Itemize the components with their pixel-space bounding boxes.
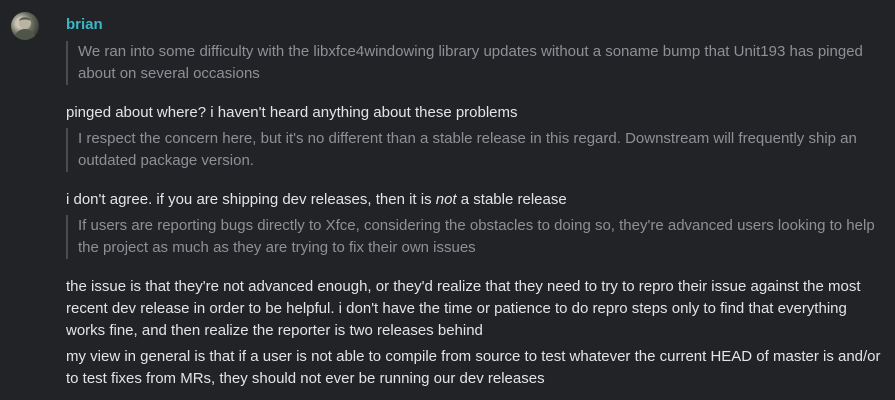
quote-block: We ran into some difficulty with the lib… bbox=[66, 41, 889, 85]
message-text: the issue is that they're not advanced e… bbox=[66, 278, 861, 339]
message-text: i don't agree. if you are shipping dev r… bbox=[66, 189, 889, 211]
emphasized-text: not bbox=[435, 191, 457, 208]
avatar[interactable] bbox=[11, 12, 39, 40]
quote-block: I respect the concern here, but it's no … bbox=[66, 128, 889, 172]
message-text-part: i don't agree. if you are shipping dev r… bbox=[66, 191, 436, 208]
chat-message-view: brian We ran into some difficulty with t… bbox=[0, 0, 895, 400]
quote-block: If users are reporting bugs directly to … bbox=[66, 215, 889, 259]
message-text: pinged about where? i haven't heard anyt… bbox=[66, 104, 518, 121]
avatar-photo-icon bbox=[14, 17, 36, 40]
message-text: my view in general is that if a user is … bbox=[66, 348, 881, 387]
message-text-part: a stable release bbox=[456, 191, 567, 208]
author-name[interactable]: brian bbox=[66, 15, 103, 34]
